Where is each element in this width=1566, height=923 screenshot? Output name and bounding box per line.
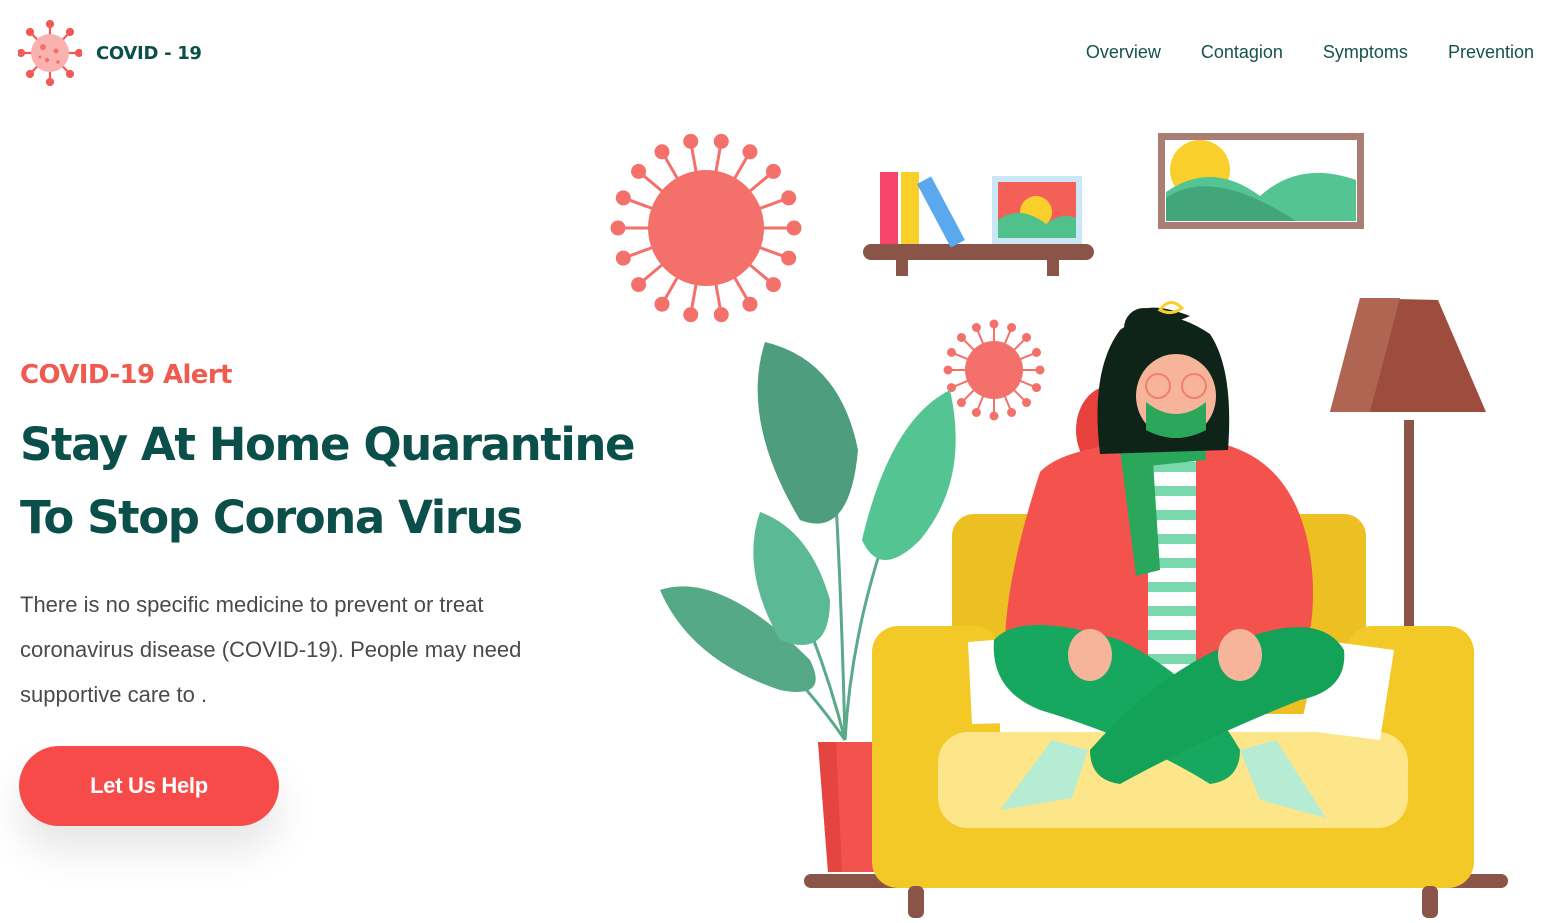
site-header: COVID - 19 Overview Contagion Symptoms P… <box>0 0 1566 108</box>
nav-prevention[interactable]: Prevention <box>1448 42 1534 63</box>
nav-overview[interactable]: Overview <box>1086 42 1161 63</box>
nav-symptoms[interactable]: Symptoms <box>1323 42 1408 63</box>
virus-icon <box>943 319 1045 421</box>
brand-name: COVID - 19 <box>96 42 202 64</box>
hero-illustration <box>600 120 1520 923</box>
alert-label: COVID-19 Alert <box>20 360 232 390</box>
picture-frame <box>992 176 1082 244</box>
virus-icon <box>18 20 82 86</box>
main-nav: Overview Contagion Symptoms Prevention <box>1086 42 1534 63</box>
shelf <box>863 172 1094 276</box>
books <box>880 172 965 248</box>
brand-logo[interactable]: COVID - 19 <box>18 20 202 86</box>
woman-on-sofa-illustration <box>610 133 1508 918</box>
hero-text: COVID-19 Alert Stay At Home Quarantine T… <box>20 356 660 717</box>
hero-description: There is no specific medicine to prevent… <box>20 592 522 707</box>
headline-line-2: To Stop Corona Virus <box>20 491 523 544</box>
nav-contagion[interactable]: Contagion <box>1201 42 1283 63</box>
virus-icon <box>610 133 802 323</box>
landscape-painting <box>1158 133 1364 229</box>
headline-line-1: Stay At Home Quarantine <box>20 418 636 471</box>
hero-headline: Stay At Home Quarantine To Stop Corona V… <box>20 408 660 554</box>
let-us-help-button[interactable]: Let Us Help <box>19 746 279 826</box>
